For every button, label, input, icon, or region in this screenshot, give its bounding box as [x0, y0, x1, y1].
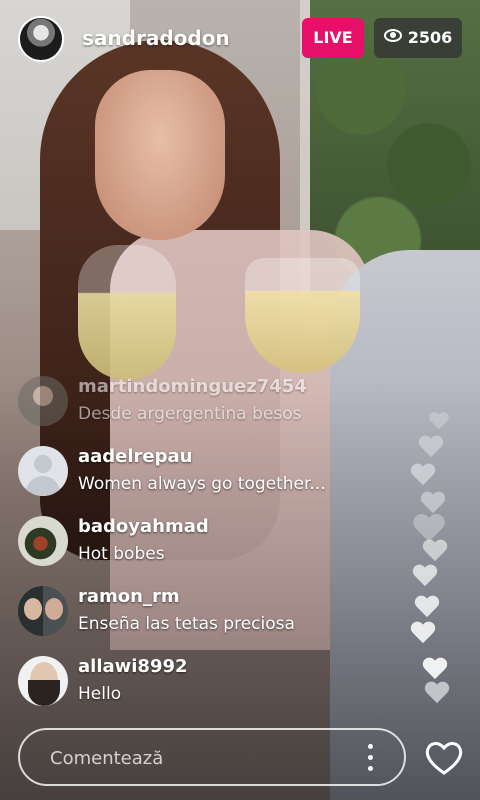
- comment-text: Desde argergentina besos: [78, 404, 302, 424]
- host-username[interactable]: sandradodon: [82, 26, 230, 50]
- heart-icon: [410, 622, 436, 646]
- wine-glass-right: [245, 258, 360, 373]
- host-avatar[interactable]: [18, 16, 64, 62]
- commenter-username[interactable]: aadelrepau: [78, 446, 193, 467]
- comment-item[interactable]: allawi8992 Hello: [16, 652, 376, 722]
- commenter-avatar[interactable]: [18, 656, 68, 706]
- commenter-username[interactable]: martindominguez7454: [78, 376, 307, 397]
- heart-icon: [429, 412, 450, 431]
- heart-icon: [410, 464, 436, 488]
- eye-icon: [383, 29, 402, 42]
- viewer-count-badge[interactable]: 2506: [374, 18, 462, 58]
- commenter-username[interactable]: badoyahmad: [78, 516, 209, 537]
- commenter-username[interactable]: ramon_rm: [78, 586, 180, 607]
- floating-hearts: [398, 400, 468, 720]
- person-face: [95, 70, 225, 240]
- comment-item[interactable]: aadelrepau Women always go together...: [16, 442, 376, 512]
- commenter-avatar[interactable]: [18, 586, 68, 636]
- live-badge: LIVE: [302, 18, 364, 58]
- comment-text: Women always go together...: [78, 474, 326, 494]
- commenter-username[interactable]: allawi8992: [78, 656, 188, 677]
- heart-icon: [418, 436, 444, 460]
- like-button[interactable]: [424, 740, 464, 776]
- commenter-avatar[interactable]: [18, 516, 68, 566]
- comment-item[interactable]: badoyahmad Hot bobes: [16, 512, 376, 582]
- heart-outline-icon: [425, 742, 463, 775]
- stream-header: sandradodon LIVE 2506: [16, 14, 462, 66]
- commenter-avatar[interactable]: [18, 446, 68, 496]
- heart-icon: [422, 658, 448, 682]
- wine-glass-left: [78, 245, 176, 380]
- heart-icon: [420, 492, 446, 516]
- comment-list: martindominguez7454 Desde argergentina b…: [16, 372, 376, 722]
- comment-text: Hello: [78, 684, 122, 704]
- comment-text: Hot bobes: [78, 544, 165, 564]
- heart-icon: [422, 540, 448, 564]
- heart-icon: [424, 682, 450, 706]
- more-vertical-icon[interactable]: [368, 744, 374, 772]
- comment-composer: [18, 728, 406, 786]
- comment-text: Enseña las tetas preciosa: [78, 614, 295, 634]
- heart-icon: [414, 596, 440, 620]
- heart-icon: [412, 565, 438, 589]
- comment-item[interactable]: ramon_rm Enseña las tetas preciosa: [16, 582, 376, 652]
- comment-input[interactable]: [48, 730, 352, 786]
- viewer-count: 2506: [407, 28, 453, 47]
- commenter-avatar[interactable]: [18, 376, 68, 426]
- comment-item[interactable]: martindominguez7454 Desde argergentina b…: [16, 372, 376, 442]
